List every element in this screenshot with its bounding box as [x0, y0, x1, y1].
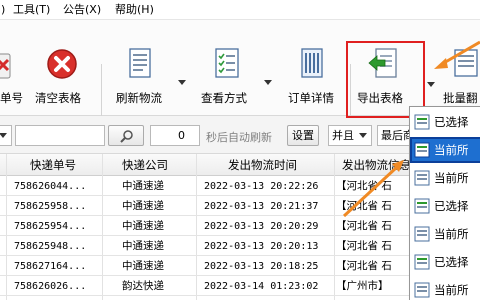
filter-bar: 0 秒后自动刷新 设置 并且 最后商	[0, 116, 480, 154]
toolbar-separator	[101, 64, 102, 116]
export-menu-item-label: 当前所	[434, 171, 469, 185]
sent-info: 【河北省 石	[336, 240, 392, 252]
courier-name: 中通速递	[122, 200, 164, 212]
sent-info: 【河北省 石	[336, 200, 392, 212]
search-button[interactable]	[108, 125, 144, 146]
waybill-number: 758625958...	[14, 201, 87, 212]
view-checklist-icon	[215, 48, 239, 78]
waybill-number: 758626044...	[14, 181, 87, 192]
export-dropdown-menu: 已选择 当前所 当前所 已选择 当前所 已选择 当前所	[409, 106, 480, 300]
export-dropdown-arrow-icon[interactable]	[427, 82, 435, 88]
export-menu-item-label: 已选择	[434, 115, 469, 129]
view-dropdown-arrow-icon[interactable]	[264, 80, 272, 86]
filter-field-combo[interactable]	[0, 125, 12, 146]
menu-item-notice[interactable]: 公告(X)	[63, 2, 101, 18]
clear-table-button[interactable]: 清空表格	[30, 20, 92, 116]
waybill-number: 758625948...	[14, 241, 87, 252]
search-input[interactable]	[15, 125, 105, 146]
view-mode-label: 查看方式	[201, 91, 247, 105]
export-menu-item[interactable]: 当前所	[410, 277, 480, 300]
table-row[interactable]: 758625958... 中通速递 2022-03-13 20:21:37 【河…	[0, 196, 480, 216]
order-detail-button[interactable]: 订单详情	[284, 20, 346, 116]
selected-rows-icon	[414, 254, 430, 270]
batch-button[interactable]: 批量翻	[440, 20, 480, 116]
column-header-waybill[interactable]: 快递单号	[30, 157, 76, 173]
sent-info: 【河北省 石	[336, 180, 392, 192]
courier-name: 中通速递	[122, 180, 164, 192]
export-menu-item[interactable]: 已选择	[410, 109, 480, 135]
export-menu-item[interactable]: 已选择	[410, 249, 480, 275]
sent-time: 2022-03-13 20:21:37	[204, 201, 319, 212]
selected-rows-icon	[414, 114, 430, 130]
table-row[interactable]: 758625948... 中通速递 2022-03-13 20:20:13 【河…	[0, 236, 480, 256]
order-detail-icon	[301, 48, 323, 78]
tool-query-number-label: 单号	[0, 91, 23, 105]
current-page-icon	[414, 282, 430, 298]
table-row[interactable]: 758625954... 中通速递 2022-03-13 20:20:29 【河…	[0, 216, 480, 236]
courier-name: 中通速递	[122, 260, 164, 272]
export-menu-item-label: 当前所	[434, 227, 469, 241]
sent-info: 【河北省 石	[336, 260, 392, 272]
logic-combo[interactable]: 并且	[328, 125, 372, 146]
waybill-number: 758626026...	[14, 281, 87, 292]
column-header-courier[interactable]: 快递公司	[122, 157, 168, 173]
export-menu-item[interactable]: 当前所	[410, 165, 480, 191]
menu-item-help[interactable]: 帮助(H)	[115, 2, 154, 18]
sent-time: 2022-03-14 01:23:02	[204, 281, 319, 292]
search-icon	[120, 130, 133, 143]
menu-bar: ) 工具(T) 公告(X) 帮助(H)	[0, 0, 480, 20]
table-header: 快递单号 快递公司 发出物流时间 发出物流信息	[0, 154, 480, 176]
waybill-number: 758625954...	[14, 221, 87, 232]
courier-name: 中通速递	[122, 240, 164, 252]
current-page-icon	[414, 226, 430, 242]
refresh-logistics-button[interactable]: 刷新物流	[110, 20, 172, 116]
courier-name: 韵达快递	[122, 280, 164, 292]
export-menu-item-label: 当前所	[434, 283, 469, 297]
order-detail-label: 订单详情	[288, 91, 334, 105]
waybill-number: 758627164...	[14, 261, 87, 272]
menu-item-tools[interactable]: 工具(T)	[13, 2, 50, 18]
export-menu-item-active[interactable]: 当前所	[410, 137, 480, 163]
export-menu-item[interactable]: 已选择	[410, 193, 480, 219]
current-page-icon	[414, 142, 430, 158]
current-page-icon	[414, 170, 430, 186]
table-row[interactable]: 758627164... 中通速递 2022-03-13 20:18:25 【河…	[0, 256, 480, 276]
table-row[interactable]: 758626026... 韵达快递 2022-03-14 01:23:02 【广…	[0, 276, 480, 296]
sent-time: 2022-03-13 20:22:26	[204, 181, 319, 192]
sent-time: 2022-03-13 20:20:29	[204, 221, 319, 232]
export-menu-item-label: 已选择	[434, 255, 469, 269]
sent-time: 2022-03-13 20:18:25	[204, 261, 319, 272]
refresh-document-icon	[129, 48, 151, 78]
tool-query-number[interactable]: 单号	[0, 20, 23, 116]
refresh-dropdown-arrow-icon[interactable]	[178, 80, 186, 86]
column-header-sent-time[interactable]: 发出物流时间	[228, 157, 297, 173]
view-mode-button[interactable]: 查看方式	[196, 20, 258, 116]
export-menu-item[interactable]: 当前所	[410, 221, 480, 247]
courier-name: 中通速递	[122, 220, 164, 232]
chevron-down-icon	[359, 133, 367, 138]
chevron-down-icon	[0, 133, 7, 138]
query-number-icon	[0, 53, 11, 79]
logic-combo-value: 并且	[332, 129, 354, 142]
menu-item-partial[interactable]: )	[1, 2, 5, 18]
sent-info: 【广州市】	[336, 280, 389, 292]
batch-label: 批量翻	[443, 91, 478, 105]
clear-table-label: 清空表格	[35, 91, 81, 105]
table-row[interactable]: 758626044... 中通速递 2022-03-13 20:22:26 【河…	[0, 176, 480, 196]
export-menu-item-label: 已选择	[434, 199, 469, 213]
auto-refresh-text: 秒后自动刷新	[206, 131, 272, 144]
batch-icon	[454, 49, 478, 77]
sent-info: 【河北省 石	[336, 220, 392, 232]
export-menu-item-label: 当前所	[434, 143, 469, 157]
sent-time: 2022-03-13 20:20:13	[204, 241, 319, 252]
selected-rows-icon	[414, 198, 430, 214]
refresh-logistics-label: 刷新物流	[116, 91, 162, 105]
settings-button[interactable]: 设置	[287, 125, 319, 146]
column-header-sent-info[interactable]: 发出物流信息	[342, 157, 411, 173]
refresh-interval-input[interactable]: 0	[150, 125, 200, 146]
clear-icon	[47, 49, 77, 79]
waybill-table: 快递单号 快递公司 发出物流时间 发出物流信息 758626044... 中通速…	[0, 154, 480, 300]
